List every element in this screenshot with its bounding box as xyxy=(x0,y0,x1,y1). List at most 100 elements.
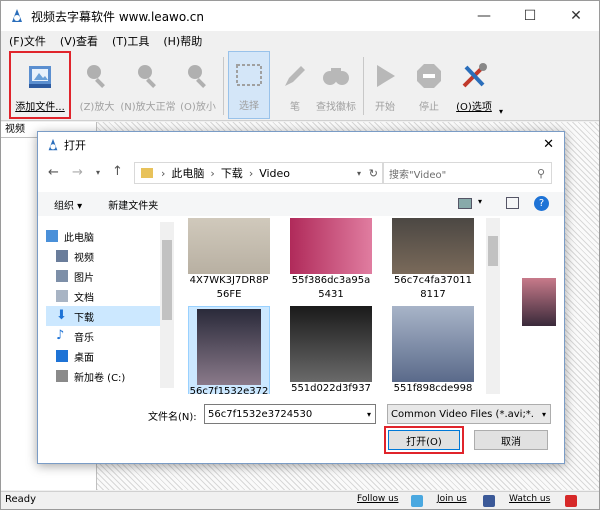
search-input[interactable]: 搜索"Video" ⚲ xyxy=(382,162,552,184)
file-name: 551f898cde9989109 xyxy=(393,383,473,394)
zoom-in-button[interactable]: (Z)放大 xyxy=(75,51,119,119)
file-item[interactable]: 55f386dc3a95a5431 xyxy=(290,218,372,302)
dialog-close-button[interactable]: ✕ xyxy=(543,137,554,152)
help-icon[interactable]: ? xyxy=(534,196,549,211)
file-name: 551d022d3f937320 xyxy=(291,383,371,394)
search-placeholder: 搜索"Video" xyxy=(389,169,447,181)
minimize-button[interactable]: — xyxy=(461,1,507,31)
join-us-link[interactable]: Join us xyxy=(437,494,467,504)
toolbar: 添加文件... (Z)放大 (N)放大正常 (O)放小 选择 笔 查找徽标 开始… xyxy=(1,51,599,121)
preview-pane-icon[interactable] xyxy=(506,197,519,209)
dialog-title: 打开 xyxy=(64,139,86,152)
file-type-select[interactable]: Common Video Files (*.avi;*. ▾ xyxy=(387,404,551,424)
breadcrumb-video[interactable]: Video xyxy=(259,167,290,180)
app-icon xyxy=(12,9,22,22)
file-name: 56c7c4fa370118117 xyxy=(394,275,472,300)
video-folder-icon xyxy=(56,250,68,262)
file-list-scrollbar[interactable] xyxy=(486,218,500,394)
menu-file[interactable]: (F)文件 xyxy=(9,33,46,49)
up-arrow-icon[interactable]: ↑ xyxy=(112,164,123,179)
find-logo-button[interactable]: 查找徽标 xyxy=(313,51,359,119)
youtube-icon[interactable] xyxy=(565,495,577,507)
start-button[interactable]: 开始 xyxy=(367,51,403,119)
maximize-button[interactable]: ☐ xyxy=(507,1,553,31)
breadcrumb-separator-icon: › xyxy=(210,166,215,180)
follow-us-link[interactable]: Follow us xyxy=(357,494,398,504)
select-button[interactable]: 选择 xyxy=(228,51,270,119)
nav-label: 图片 xyxy=(74,272,94,284)
menu-view[interactable]: (V)查看 xyxy=(60,33,98,49)
document-folder-icon xyxy=(56,290,68,302)
pen-button[interactable]: 笔 xyxy=(277,51,313,119)
facebook-icon[interactable] xyxy=(483,495,495,507)
zoom-out-button[interactable]: (O)放小 xyxy=(177,51,219,119)
recent-locations-icon[interactable]: ▾ xyxy=(96,168,100,177)
window-title: 视频去字幕软件 www.leawo.cn xyxy=(31,9,205,24)
filename-dropdown-icon[interactable]: ▾ xyxy=(367,410,371,419)
file-name: 55f386dc3a95a5431 xyxy=(291,275,371,300)
nav-item-pictures[interactable]: 图片 xyxy=(46,266,166,286)
back-arrow-icon[interactable]: ← xyxy=(48,165,59,180)
nav-item-drive-c[interactable]: 新加卷 (C:) xyxy=(46,366,166,386)
menu-help[interactable]: (H)帮助 xyxy=(163,33,202,49)
file-item[interactable]: 4X7WK3J7DR8P56FE xyxy=(188,218,270,302)
magnifier-icon xyxy=(79,58,115,94)
file-item-selected[interactable]: 56c7f1532e3724530 xyxy=(188,306,270,394)
file-thumbnail xyxy=(197,309,261,385)
folder-icon xyxy=(141,168,153,178)
nav-label: 桌面 xyxy=(74,352,94,364)
magnifier-icon xyxy=(130,58,166,94)
command-bar: 组织 ▾ 新建文件夹 ▾ ? xyxy=(38,192,564,216)
menu-bar: (F)文件 (V)查看 (T)工具 (H)帮助 xyxy=(1,31,599,51)
menu-tools[interactable]: (T)工具 xyxy=(112,33,149,49)
file-thumbnail xyxy=(290,218,372,274)
computer-icon xyxy=(46,230,58,242)
filename-label: 文件名(N): xyxy=(148,412,197,423)
nav-item-music[interactable]: ♪ 音乐 xyxy=(46,326,166,346)
options-dropdown-icon[interactable]: ▾ xyxy=(499,107,503,116)
nav-item-this-pc[interactable]: 此电脑 xyxy=(46,226,166,246)
new-folder-button[interactable]: 新建文件夹 xyxy=(108,197,158,212)
breadcrumb-downloads[interactable]: 下载 xyxy=(221,165,243,181)
view-dropdown-icon[interactable]: ▾ xyxy=(478,197,482,206)
pen-label: 笔 xyxy=(290,102,300,113)
zoom-out-label: (O)放小 xyxy=(180,102,216,113)
nav-item-desktop[interactable]: 桌面 xyxy=(46,346,166,366)
filename-input[interactable]: 56c7f1532e3724530 ▾ xyxy=(204,404,376,424)
options-button[interactable]: (O)选项 xyxy=(451,51,497,119)
binoculars-icon xyxy=(318,58,354,94)
file-thumbnail xyxy=(290,306,372,382)
file-item[interactable]: 551f898cde9989109 xyxy=(392,306,474,394)
search-icon: ⚲ xyxy=(536,166,545,180)
nav-item-documents[interactable]: 文档 xyxy=(46,286,166,306)
tools-icon xyxy=(456,58,492,94)
refresh-icon[interactable]: ↻ xyxy=(369,167,378,180)
address-dropdown-icon[interactable]: ▾ xyxy=(357,169,361,178)
open-file-dialog: 打开 ✕ ← → ▾ ↑ › 此电脑 › 下载 › Video ▾ ↻ 搜索"V… xyxy=(37,131,565,464)
address-bar-row: ← → ▾ ↑ › 此电脑 › 下载 › Video ▾ ↻ 搜索"Video"… xyxy=(38,162,564,184)
desktop-folder-icon xyxy=(56,350,68,362)
forward-arrow-icon[interactable]: → xyxy=(72,165,83,180)
nav-item-downloads[interactable]: ⬇ 下载 xyxy=(46,306,166,326)
cancel-button[interactable]: 取消 xyxy=(474,430,548,450)
close-button[interactable]: ✕ xyxy=(553,1,599,31)
nav-label: 下载 xyxy=(74,312,94,324)
status-text: Ready xyxy=(5,494,37,505)
watch-us-link[interactable]: Watch us xyxy=(509,494,550,504)
file-item[interactable]: 56c7c4fa370118117 xyxy=(392,218,474,302)
file-type-value: Common Video Files (*.avi;*. xyxy=(391,408,534,420)
filename-value: 56c7f1532e3724530 xyxy=(208,408,313,420)
view-options-icon[interactable] xyxy=(458,198,472,209)
organize-button[interactable]: 组织 ▾ xyxy=(54,197,82,212)
nav-label: 此电脑 xyxy=(64,232,94,244)
drive-icon xyxy=(56,370,68,382)
nav-scrollbar[interactable] xyxy=(160,222,174,388)
nav-item-videos[interactable]: 视频 xyxy=(46,246,166,266)
zoom-normal-button[interactable]: (N)放大正常 xyxy=(119,51,177,119)
address-bar[interactable]: › 此电脑 › 下载 › Video ▾ ↻ xyxy=(134,162,384,184)
twitter-icon[interactable] xyxy=(411,495,423,507)
file-item[interactable]: 551d022d3f937320 xyxy=(290,306,372,394)
stop-button[interactable]: 停止 xyxy=(411,51,447,119)
breadcrumb-this-pc[interactable]: 此电脑 xyxy=(171,165,204,181)
file-thumbnail xyxy=(392,218,474,274)
